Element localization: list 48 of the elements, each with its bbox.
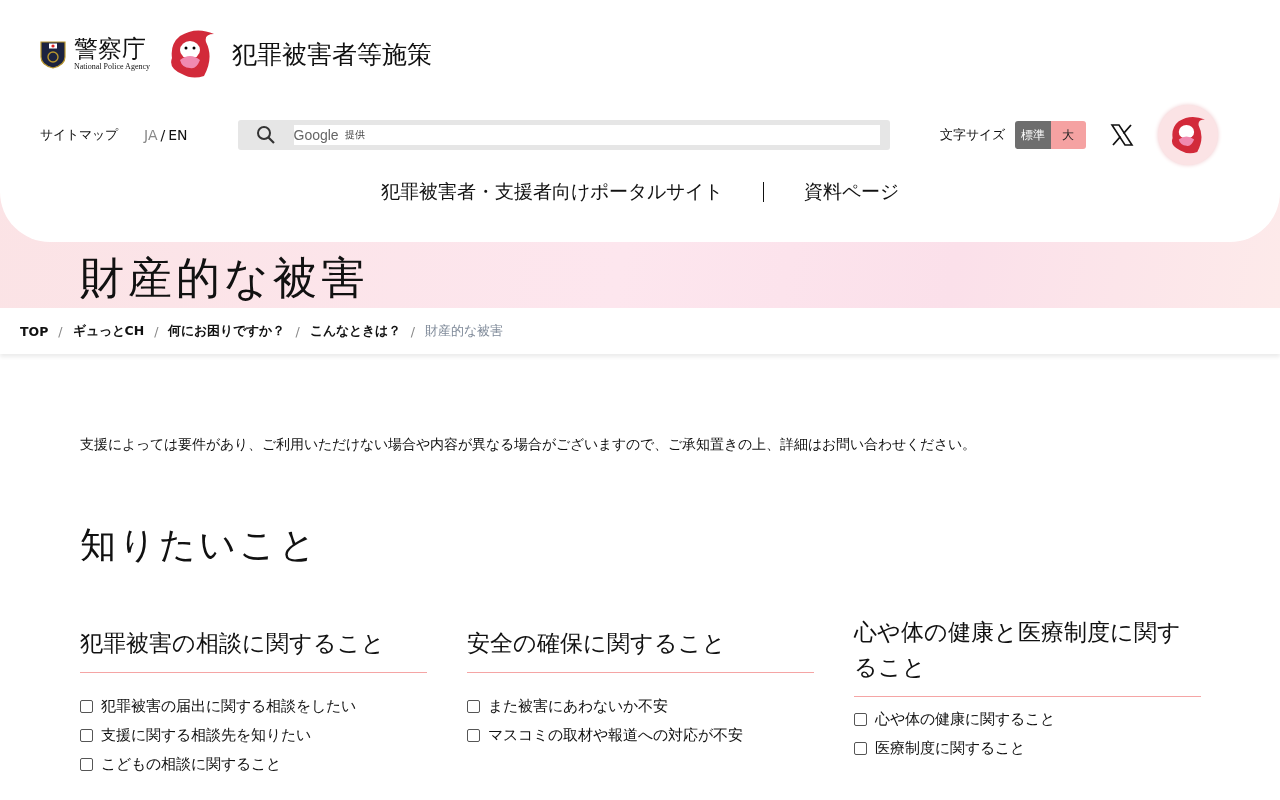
checkbox[interactable] [854, 742, 867, 756]
agency-name: 警察庁 [74, 36, 147, 63]
breadcrumb-link[interactable]: 何にお困りですか？ [168, 322, 286, 340]
agency-subtitle: National Police Agency [74, 62, 150, 72]
section-title: 知りたいこと [80, 523, 320, 567]
font-size-button[interactable]: 大 [1050, 121, 1086, 149]
sitemap-link[interactable]: サイトマップ [40, 126, 118, 144]
category-title: 犯罪被害の相談に関すること [80, 625, 427, 673]
breadcrumb-separator: / [410, 323, 415, 339]
language-link[interactable]: JA [144, 127, 158, 143]
breadcrumb-link[interactable]: こんなときは？ [309, 322, 401, 340]
page-title: 財産的な被害 [80, 256, 369, 300]
checkbox-label[interactable]: こどもの相談に関すること [101, 754, 281, 774]
checkbox[interactable] [467, 728, 480, 742]
separator-slash: / [160, 127, 166, 143]
checkbox[interactable] [80, 699, 93, 713]
checkbox[interactable] [467, 699, 480, 713]
nav-link[interactable]: 資料ページ [804, 179, 899, 205]
checkbox[interactable] [80, 728, 93, 742]
checkbox-label[interactable]: マスコミの取材や報道への対応が不安 [488, 725, 743, 745]
breadcrumb-separator: / [295, 323, 300, 339]
checkbox-label[interactable]: また被害にあわないか不安 [488, 696, 668, 716]
language-link[interactable]: EN [168, 127, 188, 143]
police-emblem-icon [40, 39, 66, 69]
checkbox[interactable] [80, 757, 93, 771]
search-provider: Google [293, 127, 339, 143]
breadcrumb-separator: / [58, 323, 63, 339]
category-title: 心や体の健康と医療制度に関すること [854, 614, 1201, 698]
search-icon [255, 125, 276, 145]
checkbox[interactable] [854, 713, 867, 727]
font-size-button[interactable]: 標準 [1014, 121, 1051, 149]
nav-link[interactable]: 犯罪被害者・支援者向けポータルサイト [381, 179, 723, 205]
breadcrumb-link[interactable]: TOP [20, 323, 49, 339]
checkbox-label[interactable]: 犯罪被害の届出に関する相談をしたい [101, 696, 356, 716]
x-logo-icon[interactable] [1109, 123, 1134, 147]
checkbox-label[interactable]: 心や体の健康に関すること [875, 710, 1055, 730]
breadcrumb-separator: / [154, 323, 159, 339]
checkbox-label[interactable]: 支援に関する相談先を知りたい [101, 725, 311, 745]
checkbox-label[interactable]: 医療制度に関すること [875, 739, 1025, 759]
breadcrumb-link[interactable]: 財産的な被害 [424, 322, 503, 340]
category-title: 安全の確保に関すること [467, 625, 814, 673]
breadcrumb-link[interactable]: ギュっとCH [72, 322, 145, 340]
search-provider-note: 提供 [344, 128, 365, 142]
font-size-label: 文字サイズ [939, 126, 1005, 144]
search-field[interactable]: Google 提供 [237, 120, 890, 150]
notice-text: 支援によっては要件があり、ご利用いただけない場合や内容が異なる場合がございますので、ご承知置きの上、詳細はお問い合わせください。 [80, 436, 977, 454]
mascot-button[interactable] [1157, 105, 1218, 165]
site-title[interactable]: 犯罪被害者等施策 [232, 37, 432, 71]
